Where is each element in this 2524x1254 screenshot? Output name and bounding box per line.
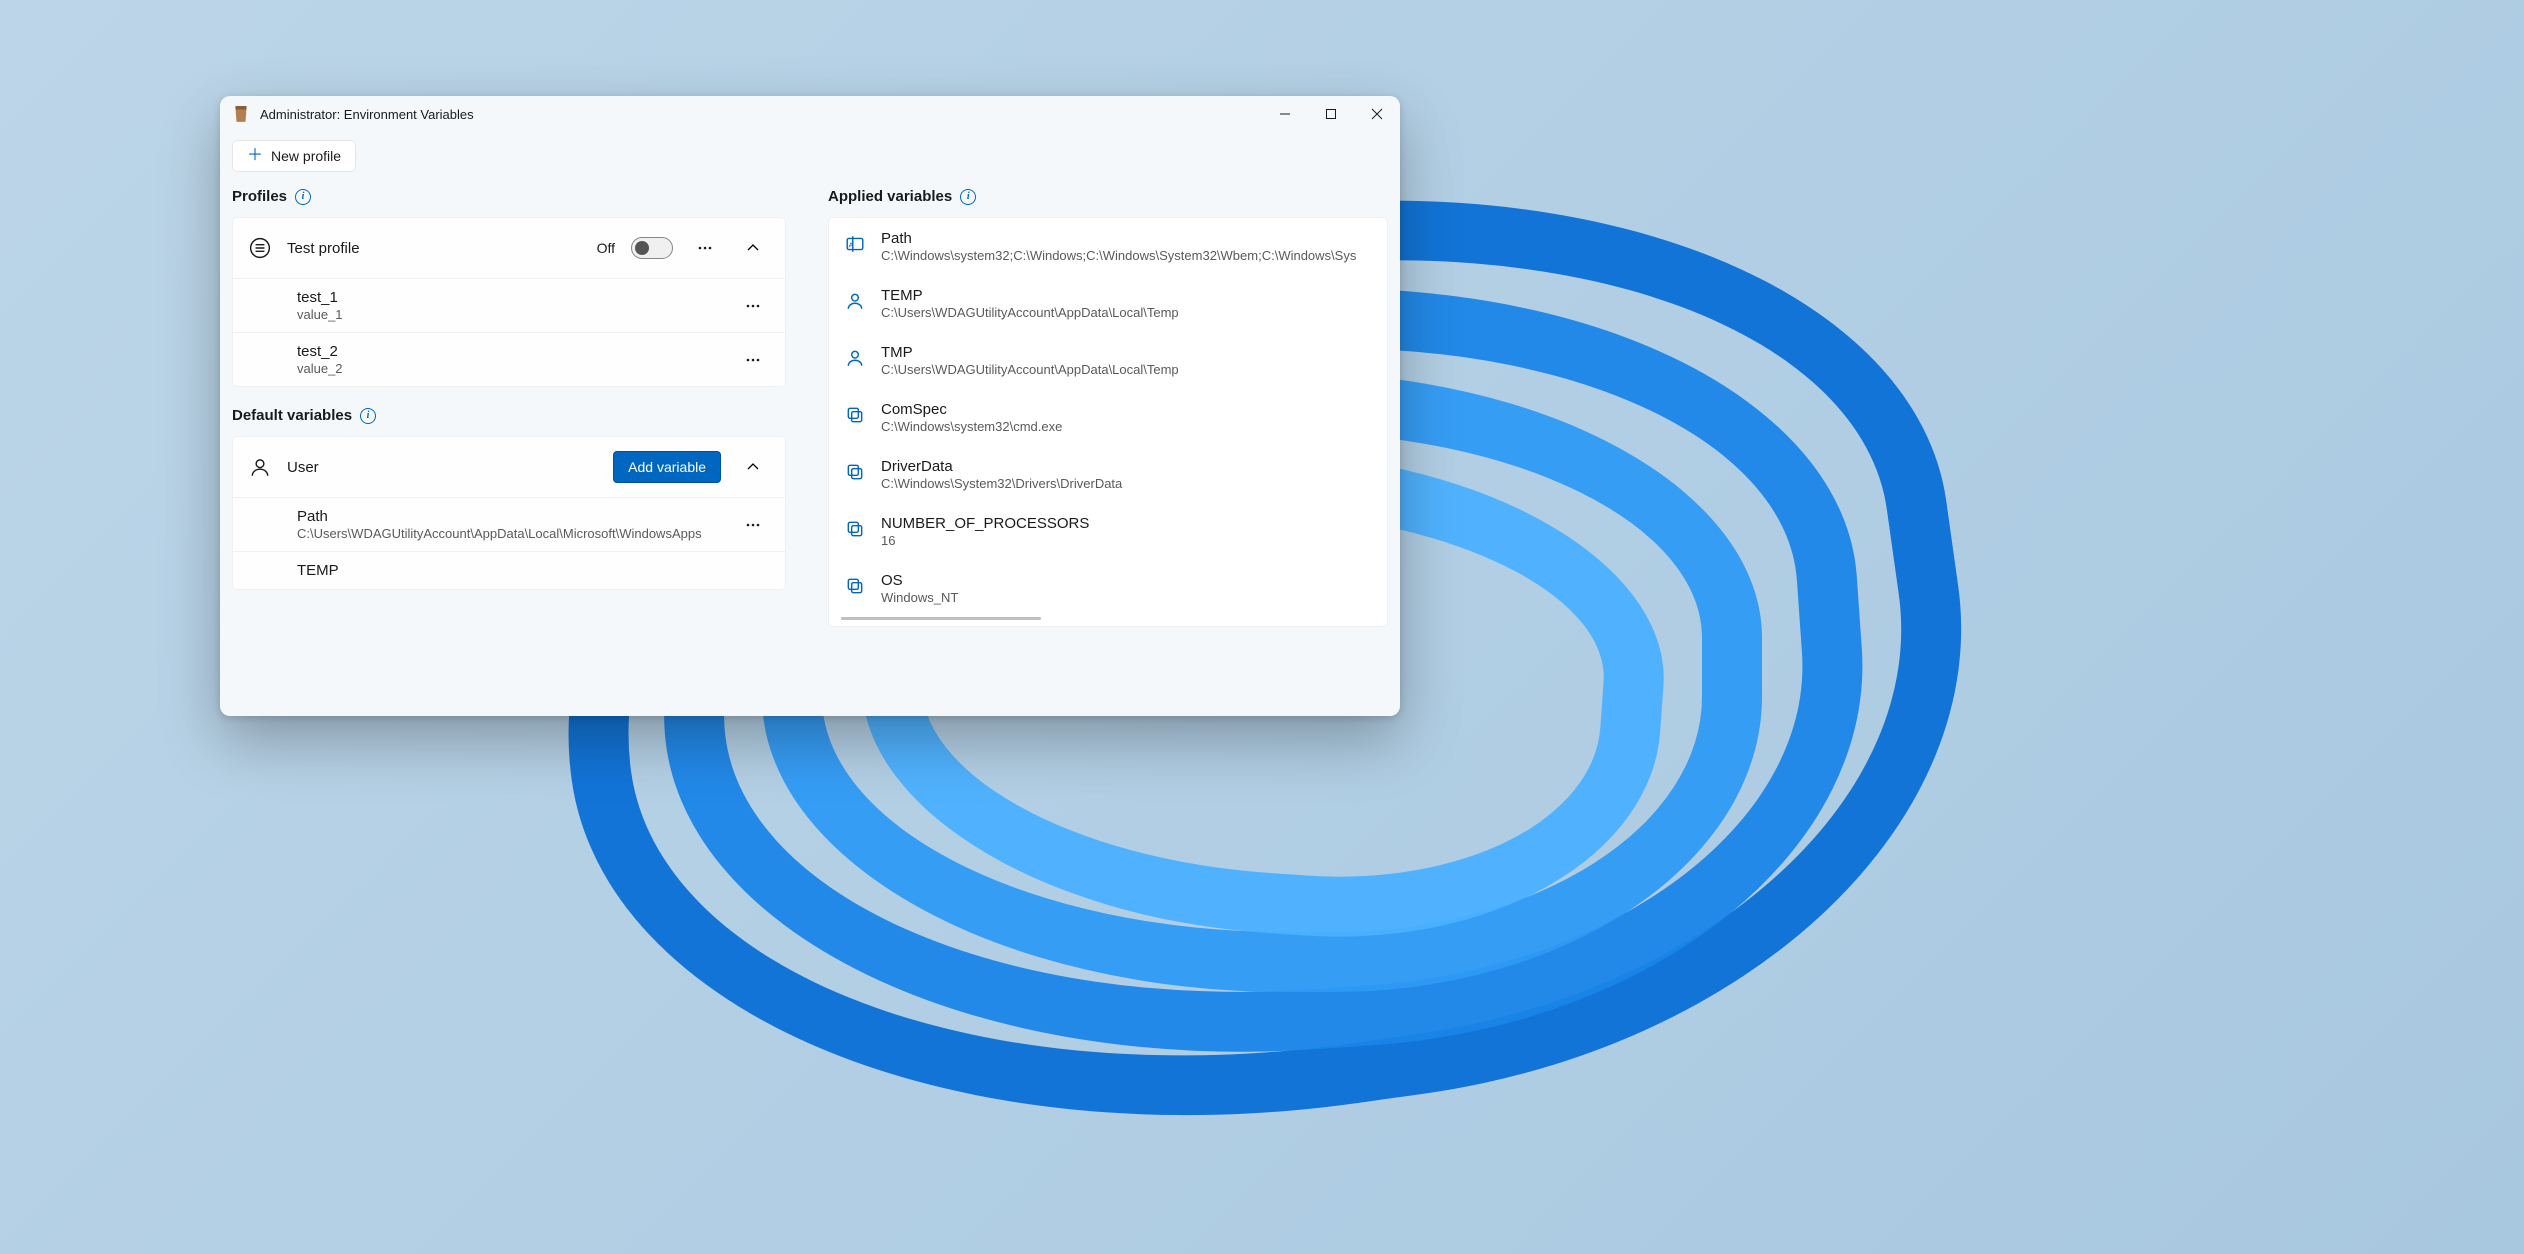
user-icon xyxy=(845,348,865,368)
applied-variable-name: Path xyxy=(881,230,1371,247)
info-icon[interactable]: i xyxy=(960,189,976,205)
applied-variable-row[interactable]: OSWindows_NT xyxy=(829,560,1387,617)
default-variable-row[interactable]: TEMP xyxy=(233,552,785,589)
user-icon xyxy=(249,456,271,478)
titlebar[interactable]: Administrator: Environment Variables xyxy=(220,96,1400,132)
profiles-label: Profiles xyxy=(232,188,287,205)
profile-more-button[interactable] xyxy=(689,232,721,264)
copy-icon xyxy=(845,519,865,539)
minimize-button[interactable] xyxy=(1262,96,1308,132)
app-icon xyxy=(232,105,250,123)
applied-variable-name: TMP xyxy=(881,344,1371,361)
svg-text:A: A xyxy=(849,240,855,249)
applied-variable-value: 16 xyxy=(881,533,1371,548)
variable-more-button[interactable] xyxy=(737,509,769,541)
default-group-name: User xyxy=(287,459,597,476)
applied-variable-value: C:\Users\WDAGUtilityAccount\AppData\Loca… xyxy=(881,305,1371,320)
info-icon[interactable]: i xyxy=(360,408,376,424)
variable-name: Path xyxy=(297,508,725,525)
app-window: Administrator: Environment Variables ＋ N… xyxy=(220,96,1400,716)
variable-name: test_1 xyxy=(297,289,725,306)
applied-variable-name: TEMP xyxy=(881,287,1371,304)
profile-toggle[interactable] xyxy=(631,237,673,259)
applied-variable-row[interactable]: ComSpecC:\Windows\system32\cmd.exe xyxy=(829,389,1387,446)
variable-value: value_2 xyxy=(297,361,725,376)
profile-variable-row[interactable]: test_2 value_2 xyxy=(233,333,785,386)
rename-icon: A xyxy=(845,234,865,254)
hamburger-icon xyxy=(249,237,271,259)
window-title: Administrator: Environment Variables xyxy=(260,107,474,122)
variable-value: value_1 xyxy=(297,307,725,322)
profile-card: Test profile Off test_1 value_ xyxy=(232,217,786,387)
new-profile-button[interactable]: ＋ New profile xyxy=(232,140,356,172)
plus-icon: ＋ xyxy=(247,148,263,164)
applied-variables-list: A PathC:\Windows\system32;C:\Windows;C:\W… xyxy=(828,217,1388,627)
applied-variable-value: C:\Windows\system32\cmd.exe xyxy=(881,419,1371,434)
copy-icon xyxy=(845,405,865,425)
variable-more-button[interactable] xyxy=(737,344,769,376)
profile-collapse-button[interactable] xyxy=(737,232,769,264)
applied-variable-row[interactable]: TMPC:\Users\WDAGUtilityAccount\AppData\L… xyxy=(829,332,1387,389)
applied-section-header: Applied variables i xyxy=(828,188,1388,205)
variable-name: test_2 xyxy=(297,343,725,360)
toggle-state-label: Off xyxy=(597,240,615,256)
variable-value: C:\Users\WDAGUtilityAccount\AppData\Loca… xyxy=(297,526,725,541)
default-group-card: User Add variable Path C:\Users\WDAGUtil… xyxy=(232,436,786,590)
close-button[interactable] xyxy=(1354,96,1400,132)
applied-variable-value: Windows_NT xyxy=(881,590,1371,605)
applied-variable-name: NUMBER_OF_PROCESSORS xyxy=(881,515,1371,532)
default-vars-section-header: Default variables i xyxy=(232,407,786,424)
horizontal-scroll-indicator[interactable] xyxy=(841,617,1041,620)
applied-variable-row[interactable]: A PathC:\Windows\system32;C:\Windows;C:\W… xyxy=(829,218,1387,275)
profile-header-row[interactable]: Test profile Off xyxy=(233,218,785,279)
applied-variable-row[interactable]: DriverDataC:\Windows\System32\Drivers\Dr… xyxy=(829,446,1387,503)
applied-variable-name: OS xyxy=(881,572,1371,589)
new-profile-label: New profile xyxy=(271,148,341,164)
applied-variable-row[interactable]: TEMPC:\Users\WDAGUtilityAccount\AppData\… xyxy=(829,275,1387,332)
default-vars-label: Default variables xyxy=(232,407,352,424)
applied-variable-value: C:\Windows\System32\Drivers\DriverData xyxy=(881,476,1371,491)
applied-variable-value: C:\Windows\system32;C:\Windows;C:\Window… xyxy=(881,248,1371,263)
profiles-section-header: Profiles i xyxy=(232,188,792,205)
applied-variable-value: C:\Users\WDAGUtilityAccount\AppData\Loca… xyxy=(881,362,1371,377)
applied-variable-name: ComSpec xyxy=(881,401,1371,418)
variable-name: TEMP xyxy=(297,562,769,579)
variable-more-button[interactable] xyxy=(737,290,769,322)
maximize-button[interactable] xyxy=(1308,96,1354,132)
copy-icon xyxy=(845,462,865,482)
default-group-collapse-button[interactable] xyxy=(737,451,769,483)
toolbar: ＋ New profile xyxy=(220,132,1400,188)
profile-variable-row[interactable]: test_1 value_1 xyxy=(233,279,785,333)
profile-name: Test profile xyxy=(287,240,581,257)
user-icon xyxy=(845,291,865,311)
applied-label: Applied variables xyxy=(828,188,952,205)
applied-variable-row[interactable]: NUMBER_OF_PROCESSORS16 xyxy=(829,503,1387,560)
info-icon[interactable]: i xyxy=(295,189,311,205)
default-group-header-row[interactable]: User Add variable xyxy=(233,437,785,498)
copy-icon xyxy=(845,576,865,596)
applied-variable-name: DriverData xyxy=(881,458,1371,475)
add-variable-button[interactable]: Add variable xyxy=(613,451,721,483)
default-variable-row[interactable]: Path C:\Users\WDAGUtilityAccount\AppData… xyxy=(233,498,785,552)
